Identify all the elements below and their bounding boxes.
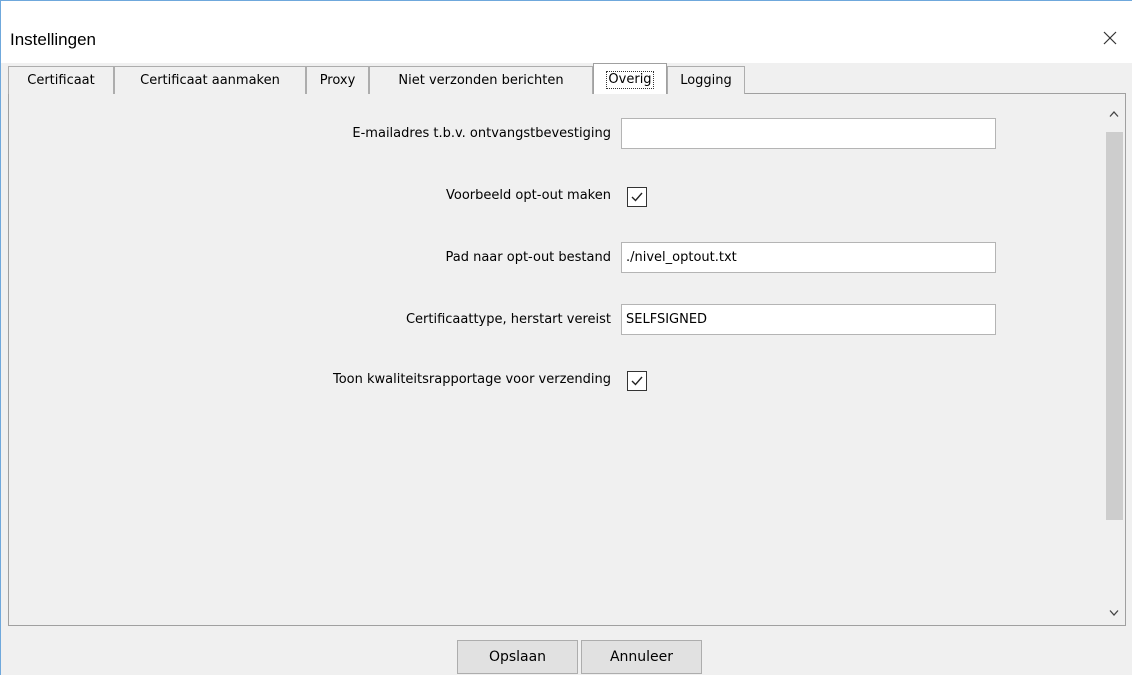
quality-report-label: Toon kwaliteitsrapportage voor verzendin… [332, 372, 611, 387]
email-input[interactable] [621, 118, 996, 149]
tab-proxy[interactable]: Proxy [306, 66, 369, 94]
tab-label: Certificaat aanmaken [140, 73, 280, 88]
vertical-scrollbar[interactable] [1103, 94, 1125, 625]
tab-niet-verzonden-berichten[interactable]: Niet verzonden berichten [369, 66, 593, 94]
tab-strip: Certificaat Certificaat aanmaken Proxy N… [8, 63, 1126, 95]
cancel-button[interactable]: Annuleer [581, 640, 702, 674]
window-title: Instellingen [10, 30, 97, 49]
tab-certificaat-aanmaken[interactable]: Certificaat aanmaken [114, 66, 306, 94]
scroll-up-button[interactable] [1103, 102, 1125, 126]
close-button[interactable] [1088, 23, 1132, 53]
tab-label: Logging [680, 73, 732, 88]
scroll-down-button[interactable] [1103, 601, 1125, 625]
chevron-up-icon [1109, 111, 1119, 117]
tab-logging[interactable]: Logging [667, 66, 745, 94]
tab-overig[interactable]: Overig [593, 63, 667, 95]
save-button[interactable]: Opslaan [457, 640, 578, 674]
optout-example-label: Voorbeeld opt-out maken [446, 188, 611, 203]
title-bar: Instellingen [1, 1, 1132, 63]
tab-label: Certificaat [27, 73, 95, 88]
checkmark-icon [631, 192, 643, 202]
scrollbar-thumb[interactable] [1106, 132, 1123, 520]
cert-type-label: Certificaattype, herstart vereist [405, 312, 611, 327]
email-label: E-mailadres t.b.v. ontvangstbevestiging [352, 126, 611, 141]
close-icon [1103, 31, 1117, 45]
settings-panel: E-mailadres t.b.v. ontvangstbevestiging … [8, 94, 1126, 626]
settings-window: Instellingen Certificaat Certificaat aan… [0, 0, 1132, 675]
cert-type-input[interactable]: SELFSIGNED [621, 304, 996, 335]
tab-label: Niet verzonden berichten [398, 73, 564, 88]
tab-certificaat[interactable]: Certificaat [8, 66, 114, 94]
optout-example-checkbox[interactable] [627, 187, 647, 207]
quality-report-checkbox[interactable] [627, 371, 647, 391]
optout-path-input[interactable]: ./nivel_optout.txt [621, 242, 996, 273]
optout-path-label: Pad naar opt-out bestand [445, 250, 612, 265]
chevron-down-icon [1109, 610, 1119, 616]
tab-label: Proxy [319, 73, 356, 88]
tab-label: Overig [606, 70, 654, 89]
checkmark-icon [631, 376, 643, 386]
